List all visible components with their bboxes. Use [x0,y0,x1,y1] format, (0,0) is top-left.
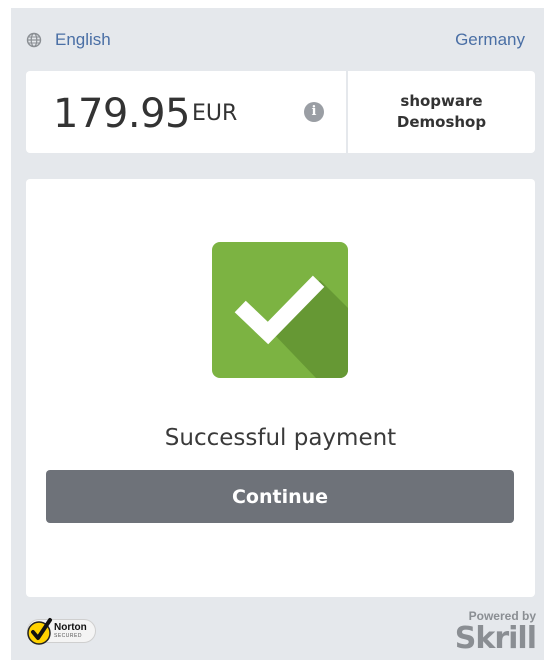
success-tile [212,242,348,378]
norton-sub: SECURED [54,633,82,639]
continue-button[interactable]: Continue [46,470,514,523]
norton-badge: Norton SECURED [27,618,96,645]
globe-icon [26,32,42,48]
status-message: Successful payment [164,425,397,451]
amount-value: 179.95 [53,91,190,137]
merchant-name: shopware Demoshop [348,71,535,153]
merchant-name-line1: shopware [400,92,483,110]
skrill-logo: Powered by Skrill [454,609,537,656]
country-selector[interactable]: Germany [455,30,525,50]
skrill-brand: Skrill [454,621,537,656]
amount-section: 179.95 EUR i [26,71,348,153]
payment-widget: English Germany 179.95 EUR i shopware De… [11,8,544,660]
language-label: English [55,30,111,49]
language-selector[interactable]: English [26,30,111,50]
top-bar: English Germany [11,8,544,70]
norton-check-icon [27,618,52,645]
status-panel: Successful payment Continue [26,179,535,597]
amount-card: 179.95 EUR i shopware Demoshop [26,71,535,153]
checkmark-icon [234,275,348,378]
norton-name: Norton [54,622,87,633]
merchant-name-line2: Demoshop [396,113,487,131]
amount-currency: EUR [192,101,238,126]
norton-seal: Norton SECURED [27,618,96,645]
info-icon[interactable]: i [304,102,324,122]
